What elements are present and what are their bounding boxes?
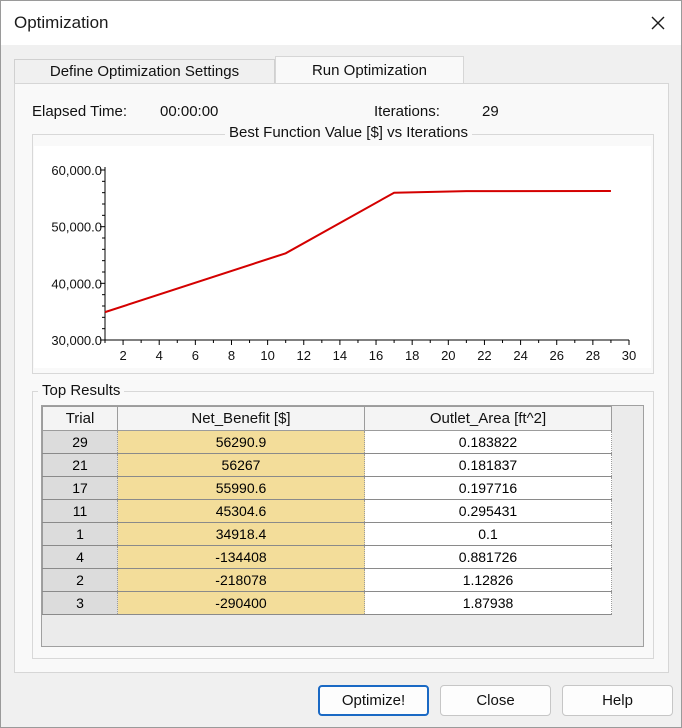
iterations-label: Iterations: bbox=[374, 103, 440, 120]
tab-run-optimization[interactable]: Run Optimization bbox=[275, 56, 464, 84]
outlet-area-cell[interactable]: 1.87938 bbox=[364, 591, 612, 615]
window-title: Optimization bbox=[14, 13, 109, 32]
net-benefit-cell[interactable]: -290400 bbox=[117, 591, 365, 615]
trial-cell[interactable]: 11 bbox=[42, 499, 118, 523]
x-tick-label: 18 bbox=[405, 348, 419, 363]
x-tick-label: 10 bbox=[260, 348, 274, 363]
tab-define-optimization-settings[interactable]: Define Optimization Settings bbox=[14, 59, 275, 83]
net-benefit-cell[interactable]: -218078 bbox=[117, 568, 365, 592]
top-results-title: Top Results bbox=[38, 382, 125, 399]
table-row[interactable]: 1 34918.4 0.1 bbox=[42, 522, 612, 546]
table-row[interactable]: 4 -134408 0.881726 bbox=[42, 545, 612, 569]
net-benefit-cell[interactable]: 45304.6 bbox=[117, 499, 365, 523]
net-benefit-cell[interactable]: 56267 bbox=[117, 453, 365, 477]
y-tick-label: 60,000.0 bbox=[51, 163, 102, 178]
x-tick-label: 2 bbox=[119, 348, 126, 363]
net-benefit-cell[interactable]: 55990.6 bbox=[117, 476, 365, 500]
outlet-area-cell[interactable]: 0.1 bbox=[364, 522, 612, 546]
x-tick-label: 4 bbox=[156, 348, 163, 363]
optimization-dialog: Optimization Define Optimization Setting… bbox=[0, 0, 682, 728]
close-window-button[interactable] bbox=[635, 1, 681, 45]
chart-area: 2 4 6 8 10 12 14 16 18 20 22 24 26 28 30 30,000.0 40,000… bbox=[34, 146, 651, 368]
table-header-row: Trial Net_Benefit [$] Outlet_Area [ft^2] bbox=[42, 406, 612, 431]
results-grid[interactable]: Trial Net_Benefit [$] Outlet_Area [ft^2]… bbox=[41, 405, 644, 647]
trial-cell[interactable]: 2 bbox=[42, 568, 118, 592]
table-row[interactable]: 17 55990.6 0.197716 bbox=[42, 476, 612, 500]
x-tick-label: 14 bbox=[333, 348, 347, 363]
trial-cell[interactable]: 4 bbox=[42, 545, 118, 569]
net-benefit-cell[interactable]: 56290.9 bbox=[117, 430, 365, 454]
x-tick-label: 30 bbox=[622, 348, 636, 363]
outlet-area-cell[interactable]: 0.295431 bbox=[364, 499, 612, 523]
table-row[interactable]: 2 -218078 1.12826 bbox=[42, 568, 612, 592]
outlet-area-cell[interactable]: 0.183822 bbox=[364, 430, 612, 454]
series-line bbox=[104, 190, 611, 314]
y-tick-label: 30,000.0 bbox=[51, 333, 102, 348]
table-row[interactable]: 29 56290.9 0.183822 bbox=[42, 430, 612, 454]
chart-group-title: Best Function Value [$] vs Iterations bbox=[225, 124, 473, 141]
help-button[interactable]: Help bbox=[562, 685, 673, 716]
outlet-area-cell[interactable]: 0.881726 bbox=[364, 545, 612, 569]
net-benefit-cell[interactable]: -134408 bbox=[117, 545, 365, 569]
outlet-area-cell[interactable]: 0.197716 bbox=[364, 476, 612, 500]
close-icon bbox=[651, 16, 665, 30]
table-row[interactable]: 21 56267 0.181837 bbox=[42, 453, 612, 477]
trial-cell[interactable]: 3 bbox=[42, 591, 118, 615]
close-button[interactable]: Close bbox=[440, 685, 551, 716]
x-tick-label: 24 bbox=[513, 348, 527, 363]
elapsed-time-label: Elapsed Time: bbox=[32, 103, 128, 120]
trial-cell[interactable]: 17 bbox=[42, 476, 118, 500]
iterations-value: 29 bbox=[482, 103, 499, 120]
column-header-net-benefit[interactable]: Net_Benefit [$] bbox=[117, 406, 365, 431]
results-table: Trial Net_Benefit [$] Outlet_Area [ft^2]… bbox=[42, 406, 612, 615]
table-row[interactable]: 3 -290400 1.87938 bbox=[42, 591, 612, 615]
trial-cell[interactable]: 21 bbox=[42, 453, 118, 477]
x-tick-label: 16 bbox=[369, 348, 383, 363]
column-header-trial[interactable]: Trial bbox=[42, 406, 118, 431]
elapsed-time-value: 00:00:00 bbox=[160, 103, 219, 120]
x-tick-label: 22 bbox=[477, 348, 491, 363]
trial-cell[interactable]: 29 bbox=[42, 430, 118, 454]
x-tick-label: 6 bbox=[192, 348, 199, 363]
column-header-outlet-area[interactable]: Outlet_Area [ft^2] bbox=[364, 406, 612, 431]
x-tick-label: 28 bbox=[586, 348, 600, 363]
y-tick-label: 40,000.0 bbox=[51, 276, 102, 291]
y-tick-label: 50,000.0 bbox=[51, 220, 102, 235]
x-tick-label: 26 bbox=[549, 348, 563, 363]
table-row[interactable]: 11 45304.6 0.295431 bbox=[42, 499, 612, 523]
x-tick-label: 8 bbox=[228, 348, 235, 363]
trial-cell[interactable]: 1 bbox=[42, 522, 118, 546]
best-value-chart: 2 4 6 8 10 12 14 16 18 20 22 24 26 28 3030,000.040,000… bbox=[51, 163, 636, 363]
outlet-area-cell[interactable]: 1.12826 bbox=[364, 568, 612, 592]
title-bar: Optimization bbox=[1, 1, 681, 45]
net-benefit-cell[interactable]: 34918.4 bbox=[117, 522, 365, 546]
outlet-area-cell[interactable]: 0.181837 bbox=[364, 453, 612, 477]
optimize-button[interactable]: Optimize! bbox=[318, 685, 429, 716]
run-optimization-panel: Elapsed Time: 00:00:00 Iterations: 29 Be… bbox=[14, 83, 669, 673]
x-tick-label: 12 bbox=[297, 348, 311, 363]
x-tick-label: 20 bbox=[441, 348, 455, 363]
